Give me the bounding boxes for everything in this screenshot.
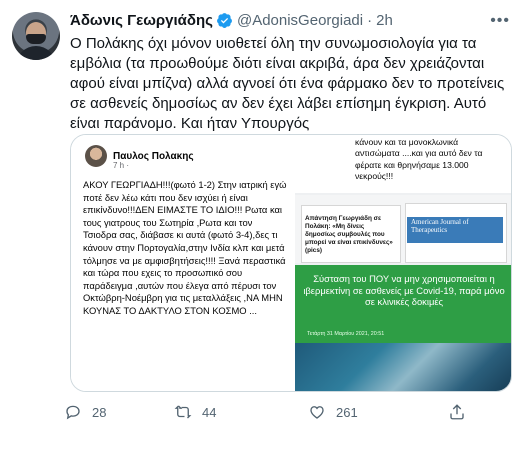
more-icon[interactable]: ••• [490,12,510,30]
green-caption: Σύσταση του ΠΟΥ να μην χρησιμοποιείται η… [303,273,505,307]
tweet-actions: 28 44 261 [64,402,504,422]
reply-button[interactable]: 28 [64,403,174,421]
reply-icon [66,405,80,420]
media-grid[interactable]: Παυλος Πολακης 7 h · ΑΚΟΥ ΓΕΩΡΓΙΑΔΗ!!!(φ… [70,134,512,392]
top-right-text: κάνουν και τα μονοκλωνικά αντισώματα ...… [355,137,483,182]
author-handle[interactable]: @AdonisGeorgiadi [237,12,363,29]
vaccine-photo [295,343,511,391]
facebook-post-screenshot[interactable]: Παυλος Πολακης 7 h · ΑΚΟΥ ΓΕΩΡΓΙΑΔΗ!!!(φ… [71,135,293,391]
tweet-time[interactable]: 2h [376,12,393,29]
share-button[interactable] [448,403,476,421]
green-date: Τετάρτη 31 Μαρτίου 2021, 20:51 [307,331,385,337]
tweet-header: Άδωνις Γεωργιάδης @AdonisGeorgiadi · 2h [70,12,393,29]
retweet-button[interactable]: 44 [174,403,308,421]
author-name[interactable]: Άδωνις Γεωργιάδης [70,12,213,29]
like-button[interactable]: 261 [308,403,448,421]
tweet[interactable]: Άδωνις Γεωργιάδης @AdonisGeorgiadi · 2h … [0,0,524,452]
author-avatar[interactable] [12,12,60,60]
tweet-text: Ο Πολάκης όχι μόνον υιοθετεί όλη την συν… [70,35,505,132]
verified-badge-icon [217,13,232,28]
news-card-text: Απάντηση Γεωργιάδη σε Πολάκη: «Μη δίνεις… [305,215,393,254]
like-icon [310,406,324,419]
retweet-icon [174,405,192,419]
separator-dot: · [367,12,373,29]
fb-body: ΑΚΟΥ ΓΕΩΡΓΙΑΔΗ!!!(φωτό 1-2) Στην ιατρική… [83,179,287,316]
reply-count: 28 [92,404,107,420]
fb-time: 7 h · [113,161,130,170]
right-images[interactable]: κάνουν και τα μονοκλωνικά αντισώματα ...… [295,135,511,391]
like-count: 261 [336,404,358,420]
journal-title: American Journal of Therapeutics [411,218,469,234]
retweet-count: 44 [202,404,217,420]
fb-author: Παυλος Πολακης [113,150,194,162]
fb-avatar [85,145,107,167]
share-icon [450,404,464,420]
